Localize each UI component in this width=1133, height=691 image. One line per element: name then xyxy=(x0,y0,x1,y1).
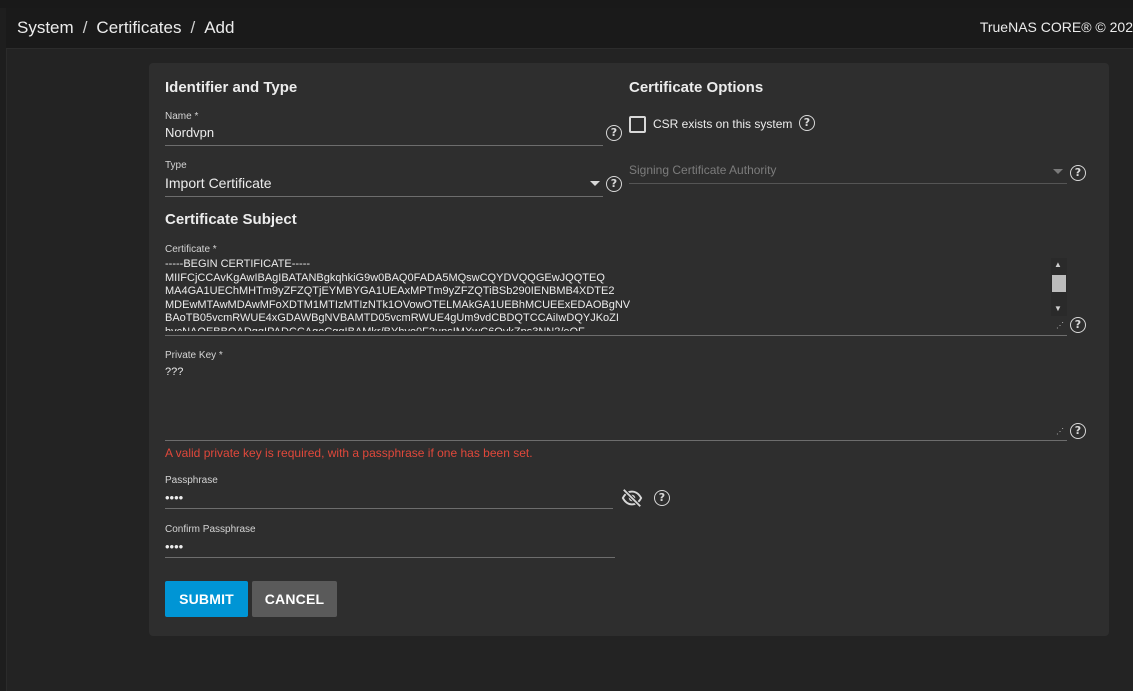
signing-ca-help-icon[interactable]: ? xyxy=(1070,165,1086,181)
passphrase-underline xyxy=(165,508,613,509)
passphrase-label: Passphrase xyxy=(165,475,218,486)
name-input[interactable]: Nordvpn xyxy=(165,125,214,140)
submit-button[interactable]: SUBMIT xyxy=(165,581,248,617)
private-key-error: A valid private key is required, with a … xyxy=(165,446,533,460)
scroll-up-icon[interactable]: ▲ xyxy=(1054,261,1062,269)
eye-off-icon[interactable] xyxy=(621,487,643,509)
breadcrumb: System / Certificates / Add xyxy=(17,18,234,38)
name-underline xyxy=(165,145,603,146)
signing-ca-select[interactable]: Signing Certificate Authority xyxy=(629,163,776,177)
name-help-icon[interactable]: ? xyxy=(606,125,622,141)
certificate-label: Certificate * xyxy=(165,244,217,255)
confirm-passphrase-label: Confirm Passphrase xyxy=(165,524,256,535)
breadcrumb-system[interactable]: System xyxy=(17,18,74,37)
private-key-textarea[interactable]: ??? xyxy=(165,366,183,378)
signing-ca-underline xyxy=(629,183,1067,184)
csr-help-icon[interactable]: ? xyxy=(799,115,815,131)
private-key-underline xyxy=(165,440,1067,441)
top-strip xyxy=(0,0,1133,8)
certificate-scrollbar[interactable]: ▲ ▼ xyxy=(1051,258,1067,316)
subject-section-title: Certificate Subject xyxy=(165,211,297,228)
name-label: Name * xyxy=(165,111,199,122)
signing-ca-caret-down-icon[interactable] xyxy=(1053,169,1063,174)
type-select[interactable]: Import Certificate xyxy=(165,175,272,191)
type-label: Type xyxy=(165,160,187,171)
scroll-thumb[interactable] xyxy=(1052,275,1066,292)
options-section-title: Certificate Options xyxy=(629,79,764,96)
breadcrumb-separator: / xyxy=(190,18,196,37)
certificate-help-icon[interactable]: ? xyxy=(1070,317,1086,333)
certificate-form-card: Identifier and Type Name * Nordvpn ? Typ… xyxy=(149,63,1109,636)
left-edge xyxy=(0,8,7,691)
cancel-button[interactable]: CANCEL xyxy=(252,581,337,617)
brand-label: TrueNAS CORE® © 202 xyxy=(979,19,1133,35)
type-help-icon[interactable]: ? xyxy=(606,176,622,192)
csr-checkbox[interactable] xyxy=(629,116,646,133)
breadcrumb-separator: / xyxy=(82,18,88,37)
type-caret-down-icon[interactable] xyxy=(590,181,600,186)
csr-label: CSR exists on this system xyxy=(653,117,793,131)
breadcrumb-add: Add xyxy=(204,18,235,37)
page-header: System / Certificates / Add TrueNAS CORE® © … xyxy=(6,8,1133,49)
private-key-resize-grip-icon[interactable]: ⋰ xyxy=(1056,428,1064,436)
private-key-help-icon[interactable]: ? xyxy=(1070,423,1086,439)
confirm-passphrase-input[interactable]: •••• xyxy=(165,539,183,554)
scroll-down-icon[interactable]: ▼ xyxy=(1054,305,1062,313)
certificate-underline xyxy=(165,335,1067,336)
certificate-textarea[interactable]: -----BEGIN CERTIFICATE----- MIIFCjCCAvKg… xyxy=(165,258,1045,331)
private-key-label: Private Key * xyxy=(165,350,223,361)
type-underline xyxy=(165,196,603,197)
identifier-section-title: Identifier and Type xyxy=(165,79,298,96)
passphrase-input[interactable]: •••• xyxy=(165,490,183,505)
confirm-passphrase-underline xyxy=(165,557,615,558)
certificate-resize-grip-icon[interactable]: ⋰ xyxy=(1056,322,1064,330)
passphrase-help-icon[interactable]: ? xyxy=(654,490,670,506)
breadcrumb-certificates[interactable]: Certificates xyxy=(96,18,181,37)
